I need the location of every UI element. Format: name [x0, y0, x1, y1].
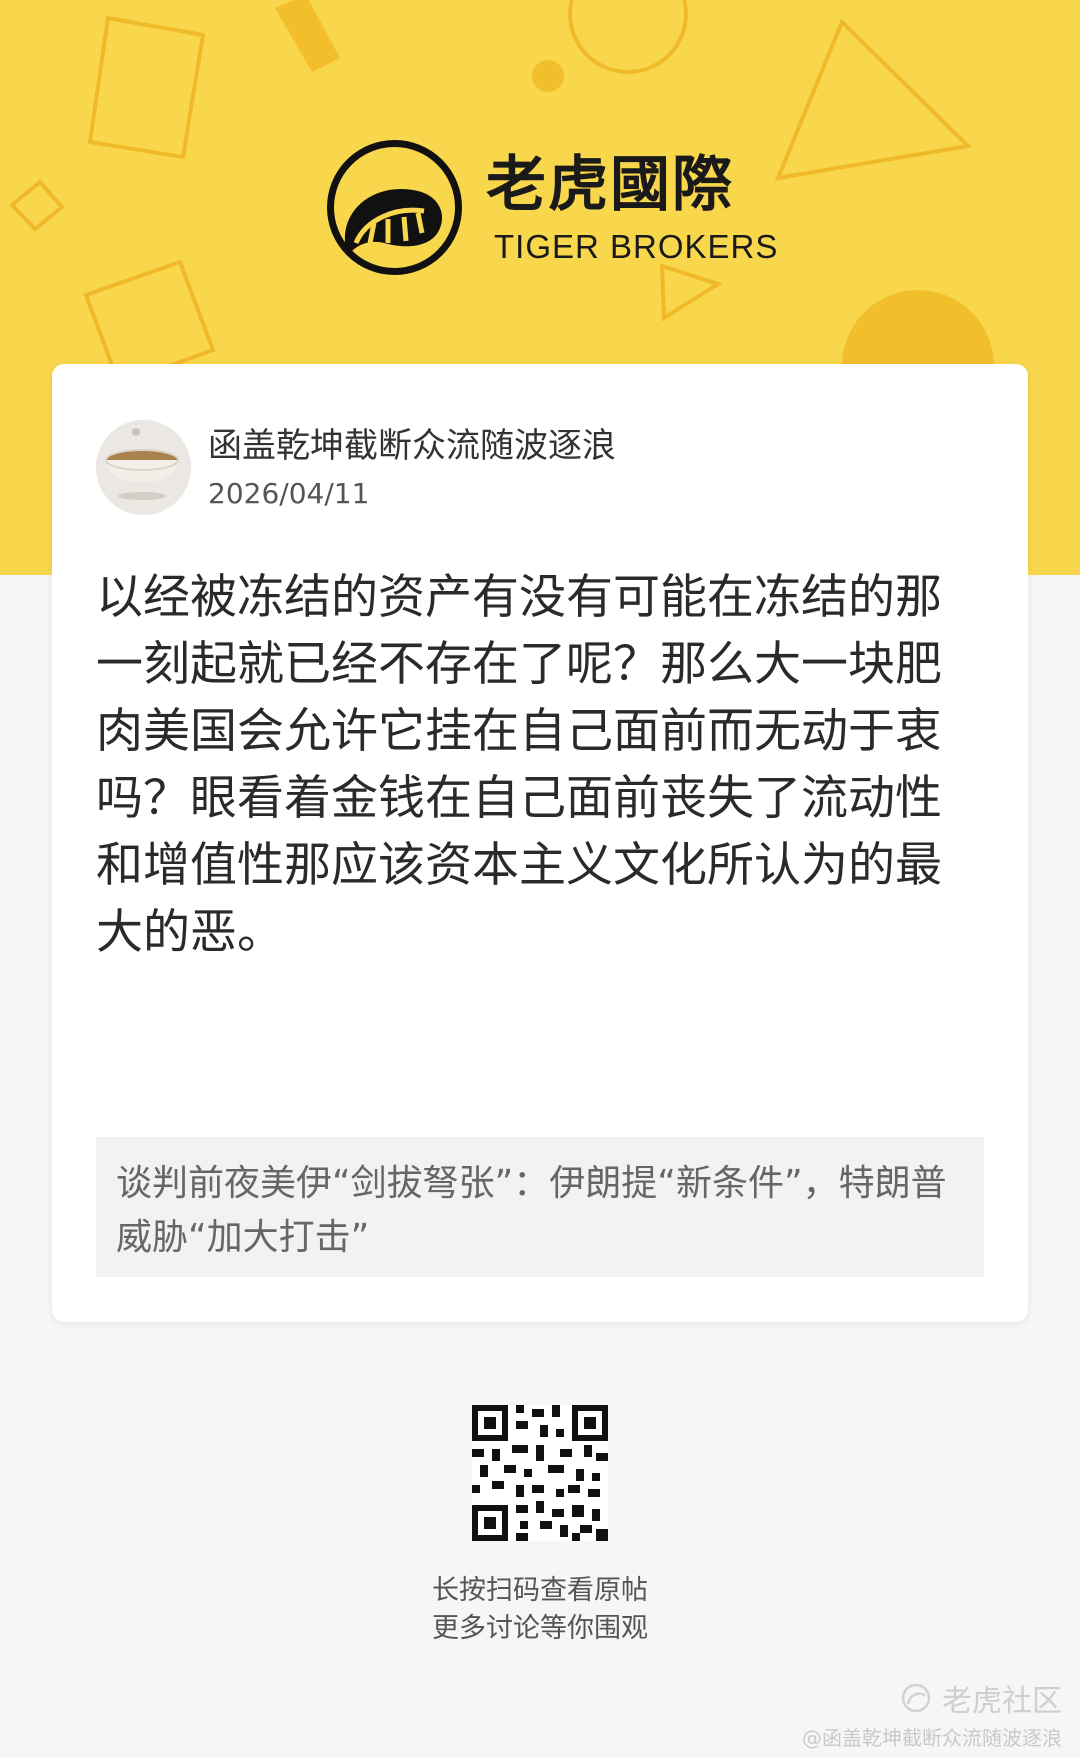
brand-block: 老虎國際 TIGER BROKERS	[326, 139, 777, 276]
post-content: 以经被冻结的资产有没有可能在冻结的那一刻起就已经不存在了呢？那么大一块肥肉美国会…	[96, 570, 942, 960]
brand-name-cn: 老虎國際	[486, 150, 734, 220]
community-label: 老虎社区	[942, 1684, 1062, 1719]
avatar[interactable]	[96, 420, 191, 515]
footer-hint: 长按扫码查看原帖 更多讨论等你围观	[0, 1572, 1080, 1648]
footer-discuss-hint: 更多讨论等你围观	[432, 1613, 648, 1644]
related-topic-title: 谈判前夜美伊“剑拔弩张”：伊朗提“新条件”，特朗普威胁“加大打击”	[116, 1163, 947, 1258]
footer-scan-hint: 长按扫码查看原帖	[432, 1575, 648, 1606]
author-name[interactable]: 函盖乾坤截断众流随波逐浪	[208, 424, 616, 468]
brand-name-en: TIGER BROKERS	[494, 228, 779, 265]
related-topic-card[interactable]: 谈判前夜美伊“剑拔弩张”：伊朗提“新条件”，特朗普威胁“加大打击”	[96, 1137, 984, 1277]
tiger-community-icon	[901, 1683, 931, 1713]
post-date: 2026/04/11	[208, 477, 370, 510]
tiger-logo-icon	[327, 140, 462, 275]
post-card: 函盖乾坤截断众流随波逐浪 2026/04/11 以经被冻结的资产有没有可能在冻结…	[52, 364, 1028, 1322]
qr-code-icon[interactable]	[472, 1405, 608, 1541]
community-watermark: 老虎社区	[900, 1678, 1062, 1719]
author-handle: @函盖乾坤截断众流随波逐浪	[802, 1726, 1062, 1750]
bowl-avatar-icon	[96, 420, 191, 515]
